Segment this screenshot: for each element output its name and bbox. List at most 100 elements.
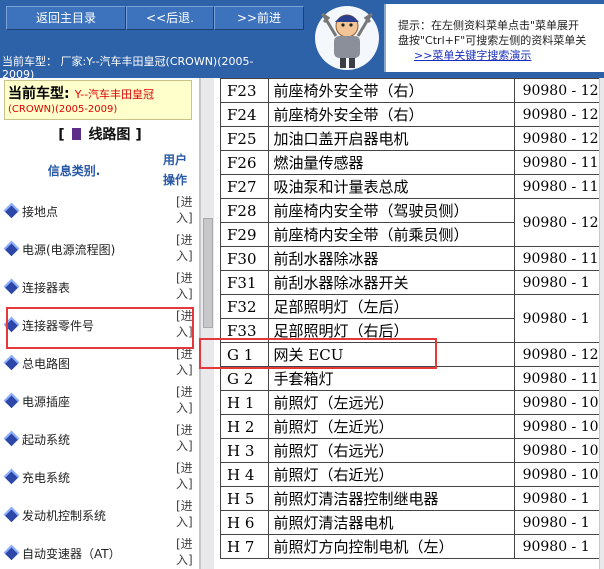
enter-link[interactable]: [进入] <box>176 270 193 302</box>
connector-code: F28 <box>220 198 269 223</box>
tip-panel: 提示：在左侧资料菜单点击"菜单展开 盘按"Ctrl+F"可搜索左侧的资料菜单关 … <box>384 4 604 72</box>
connector-code: F23 <box>220 78 269 103</box>
table-row: F28 前座椅内安全带（驾驶员侧） 90980 - 12 <box>220 198 604 247</box>
table-row: H 6 前照灯清洁器电机 90980 - 1 <box>220 510 604 535</box>
column-header-info-category: 信息类别. <box>47 164 101 178</box>
sidebar-item[interactable]: 发动机控制系统 [进入] <box>0 496 199 534</box>
current-vehicle-line-1: 当前车型： 厂家:Y--汽车丰田皇冠(CROWN)(2005- <box>2 55 254 68</box>
part-number: 90980 - 1 <box>513 486 604 511</box>
document-scrollbar[interactable] <box>599 78 604 569</box>
table-row: F24 前座椅外安全带（右） 90980 - 12 <box>220 102 604 127</box>
sidebar-scrollbar-thumb[interactable] <box>203 218 213 328</box>
connector-name: 前照灯（左近光） <box>267 414 515 439</box>
forward-button[interactable]: >>前进 <box>214 6 304 30</box>
part-number: 90980 - 1 <box>513 534 604 559</box>
part-number: 90980 - 10 <box>513 414 604 439</box>
table-row: F26 燃油量传感器 90980 - 11 <box>220 150 604 175</box>
enter-link[interactable]: [进入] <box>176 460 193 492</box>
connector-name: 前照灯方向控制电机（左） <box>267 534 515 559</box>
part-number: 90980 - 11 <box>513 174 604 199</box>
back-button[interactable]: <<后退. <box>126 6 214 30</box>
home-button[interactable]: 返回主目录 <box>6 6 126 30</box>
connector-code: F33 <box>220 318 269 343</box>
connector-code: F30 <box>220 246 269 271</box>
connector-code: H 1 <box>220 390 269 415</box>
table-row: H 4 前照灯（右近光） 90980 - 10 <box>220 462 604 487</box>
part-number: 90980 - 11 <box>513 366 604 391</box>
connector-name: 前座椅外安全带（右） <box>267 102 515 127</box>
table-row: F27 吸油泵和计量表总成 90980 - 11 <box>220 174 604 199</box>
enter-link[interactable]: [进入] <box>176 384 193 416</box>
connector-code: G 1 <box>220 342 269 367</box>
sidebar-item-label[interactable]: 发动机控制系统 <box>22 507 106 524</box>
enter-link[interactable]: [进入] <box>176 346 193 378</box>
part-number: 90980 - 10 <box>513 390 604 415</box>
connector-code: H 3 <box>220 438 269 463</box>
sidebar-item[interactable]: 接地点 [进入] <box>0 192 199 230</box>
enter-link[interactable]: [进入] <box>176 194 193 226</box>
diamond-bullet-icon <box>3 202 20 219</box>
sidebar-item-label[interactable]: 自动变速器（AT） <box>22 545 121 562</box>
sidebar-item[interactable]: 总电路图 [进入] <box>0 344 199 382</box>
enter-link[interactable]: [进入] <box>176 536 193 568</box>
connector-name: 前照灯清洁器电机 <box>267 510 515 535</box>
sidebar-item-label[interactable]: 充电系统 <box>22 469 70 486</box>
enter-link[interactable]: [进入] <box>176 498 193 530</box>
part-number: 90980 - 1 <box>513 510 604 535</box>
sidebar-item-label[interactable]: 接地点 <box>22 203 58 220</box>
vehicle-value-years: (CROWN)(2005-2009) <box>8 104 118 115</box>
table-row: F23 前座椅外安全带（右） 90980 - 12 <box>220 78 604 103</box>
sidebar-item-label[interactable]: 连接器表 <box>22 279 70 296</box>
sidebar-item[interactable]: 自动变速器（AT） [进入] <box>0 534 199 569</box>
diamond-bullet-icon <box>3 278 20 295</box>
connector-name: 手套箱灯 <box>267 366 515 391</box>
enter-link[interactable]: [进入] <box>176 308 193 340</box>
keyword-search-demo-link[interactable]: >>菜单关键字搜索演示 <box>414 48 531 63</box>
part-number: 90980 - 1 <box>513 270 604 295</box>
enter-link[interactable]: [进入] <box>176 232 193 264</box>
table-row: F32 足部照明灯（左后） 90980 - 1 <box>220 294 604 343</box>
section-title: [ 线路图 ] <box>0 124 199 146</box>
table-row: H 2 前照灯（左近光） 90980 - 10 <box>220 414 604 439</box>
sidebar-item[interactable]: 充电系统 [进入] <box>0 458 199 496</box>
connector-name: 燃油量传感器 <box>267 150 515 175</box>
sidebar-item[interactable]: 连接器表 [进入] <box>0 268 199 306</box>
diamond-bullet-icon <box>3 430 20 447</box>
column-header-operation: 操作 <box>162 173 187 187</box>
diamond-bullet-icon <box>3 240 20 257</box>
connector-code: F27 <box>220 174 269 199</box>
sidebar-scrollbar[interactable] <box>200 78 214 569</box>
table-row: F25 加油口盖开启器电机 90980 - 12 <box>220 126 604 151</box>
part-number: 90980 - 12 <box>513 102 604 127</box>
sidebar-item[interactable]: 连接器零件号 [进入] <box>0 306 199 344</box>
part-number: 90980 - 11 <box>513 150 604 175</box>
table-row: H 3 前照灯（右远光） 90980 - 10 <box>220 438 604 463</box>
connector-name: 前座椅内安全带（驾驶员侧） <box>267 198 515 223</box>
connector-code: H 5 <box>220 486 269 511</box>
current-vehicle-strip: 当前车型： 厂家:Y--汽车丰田皇冠(CROWN)(2005- 2009) <box>0 54 312 78</box>
category-menu: 接地点 [进入] 电源(电源流程图) [进入] 连接器表 [进入] 连接器零件号 [进入] 总电… <box>0 192 199 569</box>
part-number: 90980 - 12 <box>513 342 604 367</box>
sidebar-item[interactable]: 起动系统 [进入] <box>0 420 199 458</box>
connector-code: F32 <box>220 294 269 319</box>
table-row: F31 前刮水器除冰器开关 90980 - 1 <box>220 270 604 295</box>
tip-line-1: 提示：在左侧资料菜单点击"菜单展开 <box>398 19 580 32</box>
connector-code: H 7 <box>220 534 269 559</box>
sidebar-item-label[interactable]: 总电路图 <box>22 355 70 372</box>
table-row: H 1 前照灯（左远光） 90980 - 10 <box>220 390 604 415</box>
table-row: F30 前刮水器除冰器 90980 - 11 <box>220 246 604 271</box>
enter-link[interactable]: [进入] <box>176 422 193 454</box>
sidebar-item-label[interactable]: 起动系统 <box>22 431 70 448</box>
sidebar-item-label[interactable]: 电源插座 <box>22 393 70 410</box>
connector-name: 前刮水器除冰器开关 <box>267 270 515 295</box>
sidebar-item[interactable]: 电源(电源流程图) [进入] <box>0 230 199 268</box>
connector-code: H 6 <box>220 510 269 535</box>
connector-table: F23 前座椅外安全带（右） 90980 - 12 F24 前座椅外安全带（右） 9098… <box>220 78 604 559</box>
sidebar-item-label[interactable]: 连接器零件号 <box>22 317 94 334</box>
vehicle-label: 当前车型: <box>8 86 70 102</box>
top-header: 返回主目录 <<后退. >>前进 当前车型： 厂家:Y--汽车丰田皇冠(CROW… <box>0 0 604 78</box>
diamond-bullet-icon <box>3 544 20 561</box>
part-number: 90980 - 1 <box>513 294 604 343</box>
sidebar-item-label[interactable]: 电源(电源流程图) <box>22 241 115 258</box>
sidebar-item[interactable]: 电源插座 [进入] <box>0 382 199 420</box>
